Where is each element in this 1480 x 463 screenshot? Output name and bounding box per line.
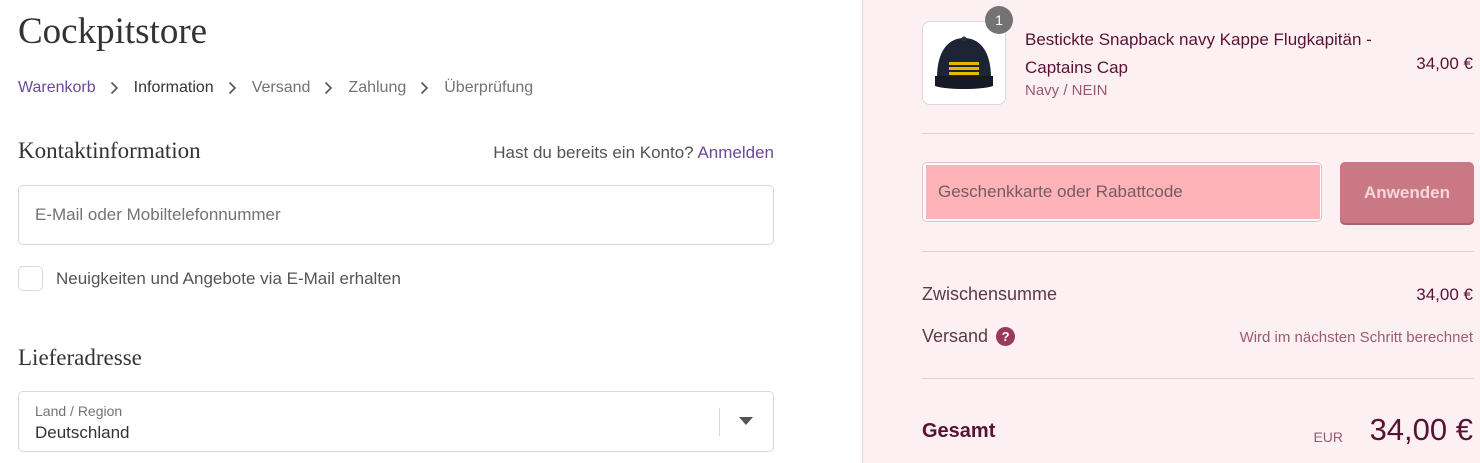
discount-field-wrapper bbox=[922, 162, 1322, 222]
contact-heading: Kontaktinformation bbox=[18, 138, 201, 163]
country-select[interactable]: Land / Region Deutschland bbox=[18, 391, 774, 452]
shipping-label: Versand bbox=[922, 326, 989, 346]
newsletter-option[interactable]: Neuigkeiten und Angebote via E-Mail erha… bbox=[18, 266, 401, 291]
store-title[interactable]: Cockpitstore bbox=[18, 10, 207, 53]
select-divider bbox=[719, 408, 720, 436]
country-label: Land / Region bbox=[35, 403, 123, 419]
question-circle-icon[interactable]: ? bbox=[996, 327, 1016, 346]
login-link[interactable]: Anmelden bbox=[697, 143, 774, 162]
total-value: 34,00 € bbox=[1369, 412, 1473, 447]
breadcrumb: Warenkorb Information Versand Zahlung Üb… bbox=[18, 79, 533, 97]
total-label: Gesamt bbox=[922, 420, 996, 442]
email-input[interactable] bbox=[19, 186, 773, 244]
product-variant: Navy / NEIN bbox=[1025, 82, 1108, 99]
divider bbox=[922, 378, 1474, 379]
shipping-value: Wird im nächsten Schritt berechnet bbox=[1239, 329, 1473, 346]
breadcrumb-cart[interactable]: Warenkorb bbox=[18, 79, 96, 97]
divider bbox=[922, 251, 1474, 252]
discount-code-input[interactable] bbox=[926, 165, 1320, 219]
newsletter-label: Neuigkeiten und Angebote via E-Mail erha… bbox=[56, 268, 401, 288]
login-prompt: Hast du bereits ein Konto? bbox=[493, 143, 694, 162]
email-field-wrapper bbox=[18, 185, 774, 245]
chevron-right-icon bbox=[228, 79, 238, 97]
divider bbox=[922, 133, 1474, 134]
country-value: Deutschland bbox=[35, 423, 130, 442]
login-hint: Hast du bereits ein Konto? Anmelden bbox=[493, 143, 774, 163]
breadcrumb-shipping: Versand bbox=[251, 79, 311, 96]
chevron-right-icon bbox=[110, 79, 120, 97]
product-thumbnail bbox=[922, 21, 1006, 105]
checkout-main: Cockpitstore Warenkorb Information Versa… bbox=[0, 0, 862, 463]
quantity-badge: 1 bbox=[985, 6, 1013, 34]
chevron-right-icon bbox=[420, 79, 430, 97]
subtotal-value: 34,00 € bbox=[1416, 285, 1473, 304]
address-heading: Lieferadresse bbox=[18, 345, 142, 370]
subtotal-label: Zwischensumme bbox=[922, 284, 1058, 304]
breadcrumb-review: Überprüfung bbox=[444, 79, 534, 96]
product-price: 34,00 € bbox=[1416, 54, 1473, 73]
cap-image-icon bbox=[935, 36, 993, 89]
caret-down-icon bbox=[739, 417, 753, 425]
chevron-right-icon bbox=[324, 79, 334, 97]
apply-discount-button[interactable]: Anwenden bbox=[1340, 162, 1474, 223]
total-currency: EUR bbox=[1313, 429, 1343, 445]
breadcrumb-payment: Zahlung bbox=[348, 79, 407, 96]
breadcrumb-information: Information bbox=[133, 79, 214, 96]
shipping-row: Versand ? bbox=[922, 326, 1016, 347]
order-summary: 1 Bestickte Snapback navy Kappe Flugkapi… bbox=[862, 0, 1480, 463]
product-name: Bestickte Snapback navy Kappe Flugkapitä… bbox=[1025, 30, 1372, 77]
newsletter-checkbox[interactable] bbox=[18, 266, 43, 291]
